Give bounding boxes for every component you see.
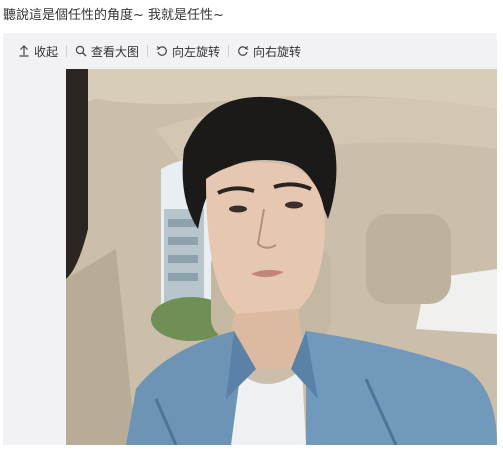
toolbar-separator — [147, 45, 149, 57]
rotate-right-label: 向右旋转 — [253, 44, 302, 59]
toolbar-separator — [228, 45, 230, 57]
magnifier-icon — [75, 45, 87, 57]
rotate-left-icon — [156, 45, 168, 57]
rotate-left-button[interactable]: 向左旋转 — [156, 43, 220, 60]
view-large-label: 查看大图 — [91, 44, 140, 59]
image-toolbar: 收起 查看大图 向左旋转 向右旋转 — [3, 33, 497, 69]
collapse-label: 收起 — [34, 44, 59, 59]
selfie-photo[interactable] — [66, 69, 497, 445]
rotate-right-button[interactable]: 向右旋转 — [237, 43, 301, 60]
toolbar-separator — [66, 45, 68, 57]
post-text: 聽說這是個任性的角度~ 我就是任性~ — [3, 8, 224, 23]
collapse-button[interactable]: 收起 — [18, 43, 58, 60]
view-large-button[interactable]: 查看大图 — [75, 43, 139, 60]
rotate-right-icon — [237, 45, 249, 57]
image-viewer: 收起 查看大图 向左旋转 向右旋转 — [3, 33, 497, 445]
arrow-up-icon — [18, 45, 30, 57]
rotate-left-label: 向左旋转 — [172, 44, 221, 59]
